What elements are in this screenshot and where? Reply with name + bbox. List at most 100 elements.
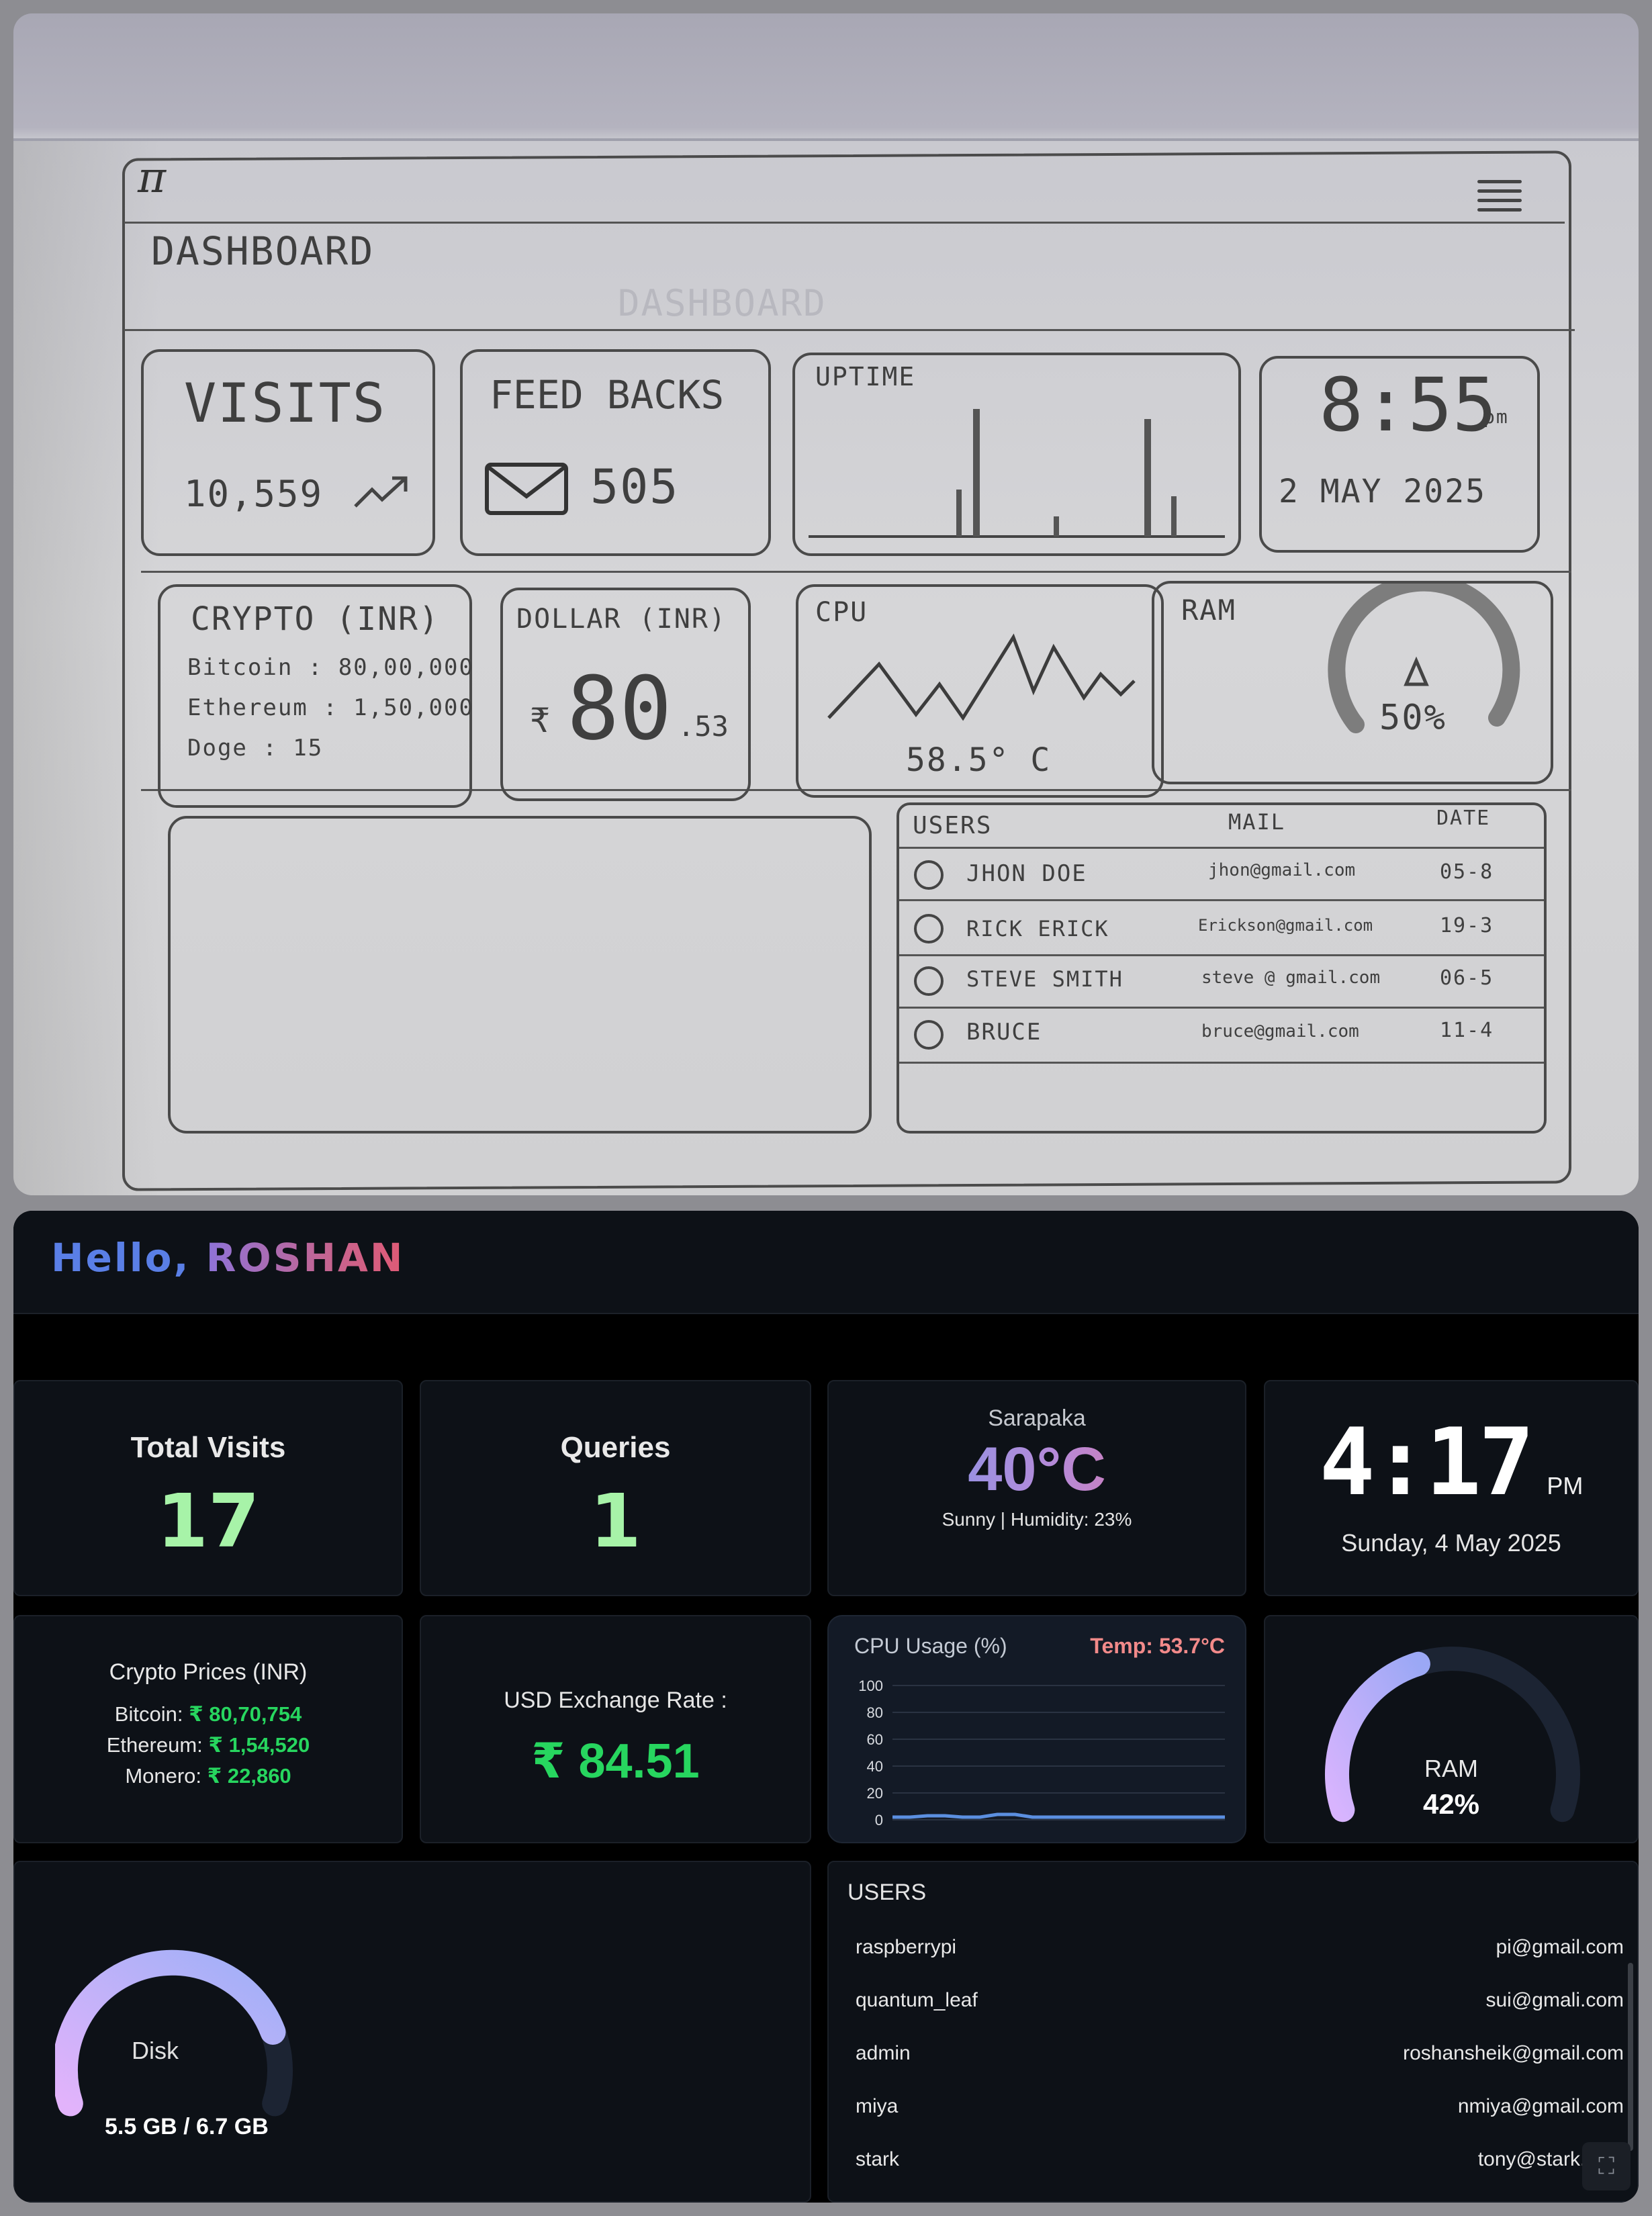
usd-title: USD Exchange Rate : xyxy=(504,1688,727,1713)
sketch-dollar-value: 80 xyxy=(567,657,672,759)
sketch-user-mail: Erickson@gmail.com xyxy=(1198,916,1373,935)
cpu-y-tick-label: 80 xyxy=(867,1704,883,1721)
sketch-user-name: RICK ERICK xyxy=(966,916,1109,941)
sketch-ram-value: 50% xyxy=(1379,698,1447,738)
user-row[interactable]: miya nmiya@gmail.com xyxy=(856,2095,1624,2130)
user-name: quantum_leaf xyxy=(856,1989,978,2011)
sketch-radio xyxy=(914,966,944,996)
total-visits-title: Total Visits xyxy=(130,1431,286,1464)
dashboard-header: Hello, ROSHAN xyxy=(13,1211,1639,1314)
sketch-crypto-row: Bitcoin : 80,00,000 xyxy=(187,654,474,681)
crypto-coin: Bitcoin: xyxy=(114,1702,183,1726)
sketch-crypto-label: CRYPTO (INR) xyxy=(191,600,440,638)
crypto-card: Crypto Prices (INR) Bitcoin: ₹ 80,70,754… xyxy=(13,1615,403,1843)
sketch-radio xyxy=(914,914,944,943)
sketch-feedbacks-card: FEED BACKS 505 xyxy=(460,349,771,556)
expand-icon[interactable]: ⛶ xyxy=(1582,2142,1631,2190)
sketch-radio xyxy=(914,860,944,890)
sketch-ram-gauge xyxy=(1328,584,1520,733)
crypto-title: Crypto Prices (INR) xyxy=(109,1659,308,1685)
sketch-clock-date: 2 MAY 2025 xyxy=(1279,473,1486,510)
cpu-y-tick-label: 40 xyxy=(867,1758,883,1775)
disk-label: Disk xyxy=(132,2037,179,2064)
sketch-feedbacks-label: FEED BACKS xyxy=(490,372,725,418)
crypto-price: ₹ 1,54,520 xyxy=(208,1733,310,1757)
users-title: USERS xyxy=(847,1880,927,1905)
cpu-y-tick-label: 100 xyxy=(858,1677,883,1694)
cpu-y-tick-label: 0 xyxy=(875,1812,883,1829)
clock-date: Sunday, 4 May 2025 xyxy=(1341,1529,1561,1557)
users-scrollbar[interactable] xyxy=(1628,1963,1633,2151)
sketch-ghost-title: DASHBOARD xyxy=(618,282,827,324)
sketch-crypto-row: Ethereum : 1,50,000 xyxy=(187,694,474,721)
user-row[interactable]: quantum_leaf sui@gmali.com xyxy=(856,1989,1624,2024)
user-name: raspberrypi xyxy=(856,1936,957,1958)
weather-city: Sarapaka xyxy=(988,1405,1086,1431)
sketch-title: DASHBOARD xyxy=(151,228,375,274)
clock-time: 4:17 xyxy=(1319,1408,1534,1516)
sketch-users-table: USERS MAIL DATE JHON DOE jhon@gmail.com … xyxy=(897,802,1547,1134)
sketch-logo: π xyxy=(138,153,168,203)
user-name: admin xyxy=(856,2042,911,2064)
clock-card: 4:17 PM Sunday, 4 May 2025 xyxy=(1264,1380,1639,1596)
cpu-card: CPU Usage (%) Temp: 53.7°C 0 20 40 60 80 100 xyxy=(827,1615,1246,1843)
ram-card: RAM 42% xyxy=(1264,1615,1639,1843)
weather-card: Sarapaka 40°C Sunny | Humidity: 23% xyxy=(827,1380,1246,1596)
users-card: USERS raspberrypi pi@gmail.com quantum_l… xyxy=(827,1861,1639,2203)
user-row[interactable]: stark tony@stark.com xyxy=(856,2148,1624,2183)
user-row[interactable]: admin roshansheik@gmail.com xyxy=(856,2042,1624,2077)
sketch-dollar-card: DOLLAR (INR) ₹ 80 .53 xyxy=(500,588,751,801)
queries-value: 1 xyxy=(590,1478,641,1564)
disk-card: Disk 5.5 GB / 6.7 GB xyxy=(13,1861,811,2203)
dashboard: Hello, ROSHAN Total Visits 17 Queries 1 … xyxy=(13,1211,1639,2203)
sketch-uptime-bars xyxy=(809,409,1225,538)
ram-value: 42% xyxy=(1422,1788,1480,1820)
sketch-user-name: JHON DOE xyxy=(966,860,1087,887)
sketch-photo: π DASHBOARD DASHBOARD VISITS 10,559 FEED… xyxy=(13,13,1639,1195)
user-row[interactable]: raspberrypi pi@gmail.com xyxy=(856,1936,1624,1971)
weather-details: Sunny | Humidity: 23% xyxy=(942,1509,1132,1530)
sketch-cpu-card: CPU 58.5° C xyxy=(796,584,1164,798)
sketch-user-name: BRUCE xyxy=(966,1019,1042,1046)
crypto-coin: Ethereum: xyxy=(106,1733,203,1757)
user-mail: sui@gmali.com xyxy=(1485,1989,1624,2011)
clock-ampm: PM xyxy=(1547,1472,1584,1499)
sketch-user-mail: steve @ gmail.com xyxy=(1201,968,1381,988)
sketch-clock-ampm: pm xyxy=(1483,406,1509,428)
sketch-visits-card: VISITS 10,559 xyxy=(141,349,435,556)
usd-card: USD Exchange Rate : ₹ 84.51 xyxy=(420,1615,811,1843)
crypto-price: ₹ 22,860 xyxy=(207,1764,291,1788)
sketch-visits-label: VISITS xyxy=(184,372,386,434)
crypto-row: Monero: ₹ 22,860 xyxy=(15,1761,402,1792)
sketch-rupee-icon: ₹ xyxy=(530,701,552,740)
sketch-clock-card: 8:55 pm 2 MAY 2025 xyxy=(1259,356,1540,553)
total-visits-value: 17 xyxy=(156,1478,260,1564)
greeting-word: Hello, xyxy=(51,1235,191,1281)
sketch-visits-value: 10,559 xyxy=(184,473,324,515)
crypto-row: Bitcoin: ₹ 80,70,754 xyxy=(15,1699,402,1730)
sketch-crypto-row: Doge : 15 xyxy=(187,735,324,761)
user-mail: roshansheik@gmail.com xyxy=(1403,2042,1624,2064)
usd-value: ₹ 84.51 xyxy=(531,1735,700,1788)
sketch-feedbacks-value: 505 xyxy=(590,459,680,514)
sketch-radio xyxy=(914,1020,944,1050)
crypto-price: ₹ 80,70,754 xyxy=(189,1702,302,1726)
weather-temp: 40°C xyxy=(829,1434,1245,1505)
paper-fold xyxy=(13,138,1639,141)
greeting-name: ROSHAN xyxy=(205,1235,405,1281)
disk-value: 5.5 GB / 6.7 GB xyxy=(105,2114,269,2139)
cpu-chart: 0 20 40 60 80 100 xyxy=(858,1677,1225,1829)
cpu-y-tick-label: 20 xyxy=(867,1785,883,1802)
crypto-row: Ethereum: ₹ 1,54,520 xyxy=(15,1730,402,1761)
sketch-crypto-card: CRYPTO (INR) Bitcoin : 80,00,000 Ethereu… xyxy=(158,584,474,808)
sketch-clock-time: 8:55 xyxy=(1319,362,1497,448)
sketch-cpu-temp: 58.5° C xyxy=(906,741,1052,779)
sketch-user-name: STEVE SMITH xyxy=(966,966,1123,992)
trend-up-icon xyxy=(354,476,408,508)
sketch-users-header: USERS xyxy=(913,812,993,839)
sketch-user-date: 11-4 xyxy=(1440,1019,1494,1042)
sketch-ram-card: RAM 50% xyxy=(1152,581,1553,784)
user-mail: pi@gmail.com xyxy=(1496,1936,1624,1958)
cpu-series-line xyxy=(892,1812,1225,1819)
envelope-icon xyxy=(485,463,568,515)
